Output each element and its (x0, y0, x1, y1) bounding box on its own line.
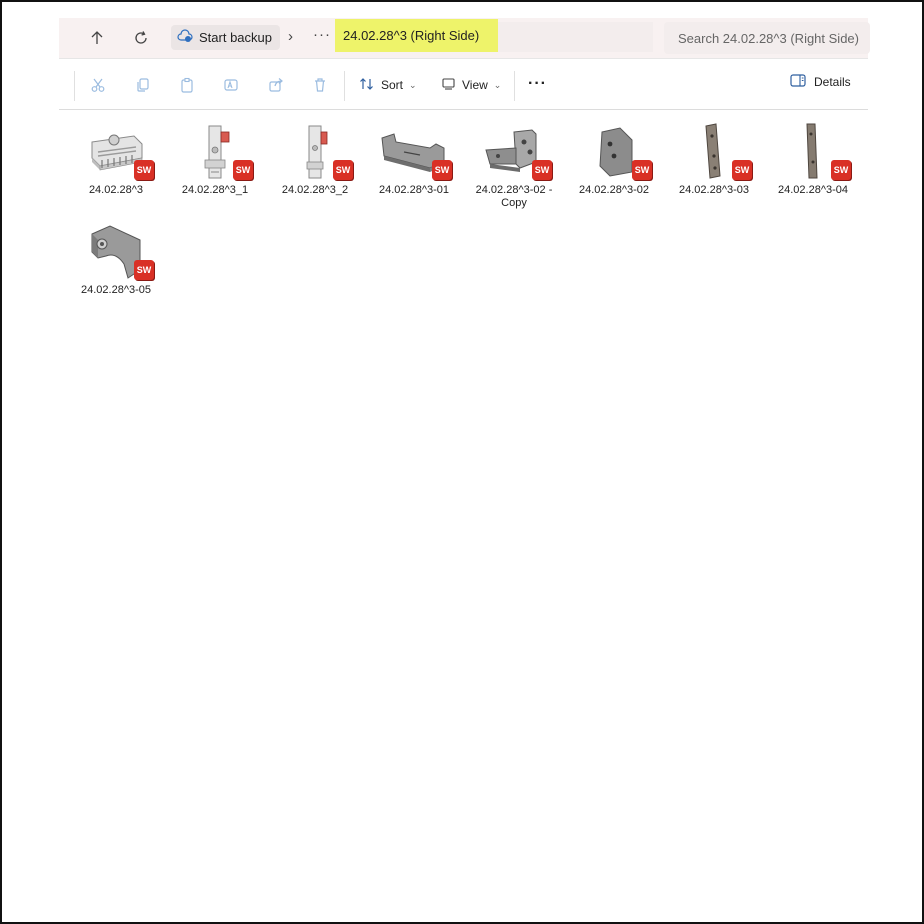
details-label: Details (814, 75, 851, 89)
file-item[interactable]: SW 24.02.28^3-01 (370, 122, 458, 197)
sort-label: Sort (381, 78, 404, 92)
part-thumbnail: SW (275, 122, 355, 182)
see-more-button[interactable]: ··· (528, 75, 547, 93)
file-name: 24.02.28^3-02 (579, 184, 649, 196)
part-thumbnail: SW (175, 122, 255, 182)
file-item[interactable]: SW 24.02.28^3_2 (271, 122, 359, 197)
toolbar-divider (514, 71, 515, 101)
file-name: 24.02.28^3_2 (281, 184, 349, 196)
file-name: 24.02.28^3-04 (778, 184, 848, 196)
address-field[interactable] (498, 22, 653, 52)
part-thumbnail: SW (76, 222, 156, 282)
solidworks-icon: SW (134, 160, 154, 180)
part-thumbnail: SW (773, 122, 853, 182)
current-folder-breadcrumb[interactable]: 24.02.28^3 (Right Side) (335, 19, 498, 52)
part-thumbnail: SW (76, 122, 156, 182)
cut-icon[interactable] (87, 75, 109, 95)
copy-icon[interactable] (132, 75, 154, 95)
details-button[interactable]: Details (790, 74, 851, 90)
solidworks-icon: SW (632, 160, 652, 180)
address-bar: Start backup › ··· 24.02.28^3 (Right Sid… (59, 18, 870, 59)
solidworks-icon: SW (233, 160, 253, 180)
file-name: 24.02.28^3-05 (81, 284, 151, 296)
search-input[interactable]: Search 24.02.28^3 (Right Side) (664, 22, 870, 54)
view-label: View (462, 78, 488, 92)
part-thumbnail: SW (374, 122, 454, 182)
part-thumbnail: SW (474, 122, 554, 182)
solidworks-icon: SW (732, 160, 752, 180)
file-item[interactable]: SW 24.02.28^3-04 (769, 122, 857, 197)
rename-icon[interactable] (220, 75, 242, 95)
up-arrow-icon[interactable] (81, 22, 113, 54)
start-backup-label: Start backup (199, 30, 272, 45)
view-icon (442, 77, 456, 93)
chevron-right-icon: › (288, 28, 293, 45)
file-name: 24.02.28^3-03 (679, 184, 749, 196)
file-item[interactable]: SW 24.02.28^3-02 (570, 122, 658, 197)
file-name: 24.02.28^3_1 (181, 184, 249, 196)
file-item[interactable]: SW 24.02.28^3-02 - Copy (470, 122, 558, 210)
chevron-down-icon: ⌄ (409, 79, 417, 90)
file-name: 24.02.28^3 (88, 184, 144, 196)
share-icon[interactable] (265, 75, 287, 95)
solidworks-icon: SW (134, 260, 154, 280)
command-bar: Sort ⌄ View ⌄ ··· Details (59, 59, 868, 110)
toolbar-divider (74, 71, 75, 101)
solidworks-icon: SW (333, 160, 353, 180)
sort-button[interactable]: Sort ⌄ (359, 74, 417, 96)
breadcrumb-overflow-button[interactable]: ··· (313, 26, 331, 43)
screenshot-frame: Start backup › ··· 24.02.28^3 (Right Sid… (0, 0, 924, 924)
file-item[interactable]: SW 24.02.28^3-03 (670, 122, 758, 197)
view-button[interactable]: View ⌄ (442, 74, 501, 96)
sort-icon (359, 77, 375, 94)
file-item[interactable]: SW 24.02.28^3-05 (72, 222, 160, 297)
file-item[interactable]: SW 24.02.28^3_1 (171, 122, 259, 197)
cloud-backup-icon (177, 29, 193, 46)
file-item[interactable]: SW 24.02.28^3 (72, 122, 160, 197)
file-explorer-window: Start backup › ··· 24.02.28^3 (Right Sid… (59, 18, 870, 110)
details-pane-icon (790, 74, 806, 90)
solidworks-icon: SW (432, 160, 452, 180)
paste-icon[interactable] (176, 75, 198, 95)
solidworks-icon: SW (532, 160, 552, 180)
part-thumbnail: SW (674, 122, 754, 182)
file-name: 24.02.28^3-01 (379, 184, 449, 196)
file-name: 24.02.28^3-02 - Copy (475, 184, 553, 209)
start-backup-breadcrumb[interactable]: Start backup (171, 25, 280, 50)
part-thumbnail: SW (574, 122, 654, 182)
refresh-icon[interactable] (125, 22, 157, 54)
toolbar-divider (344, 71, 345, 101)
delete-icon[interactable] (309, 75, 331, 95)
solidworks-icon: SW (831, 160, 851, 180)
chevron-down-icon: ⌄ (493, 79, 502, 90)
